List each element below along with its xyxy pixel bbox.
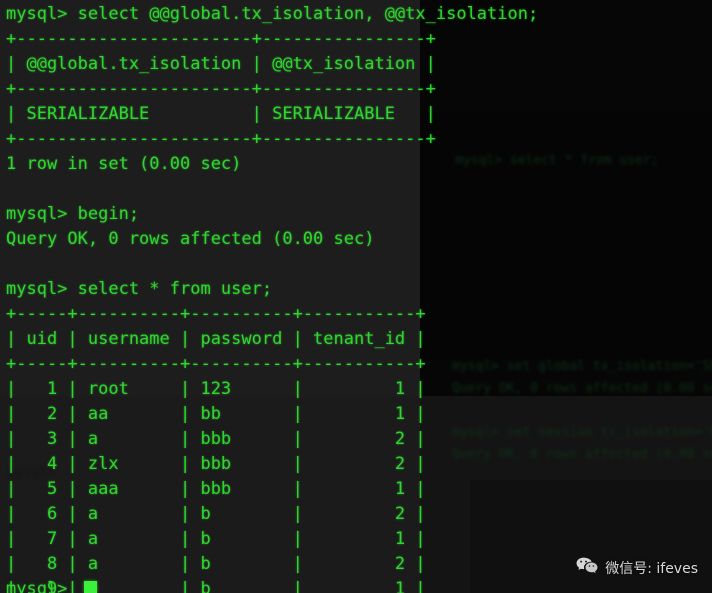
terminal-line: mysql> begin;: [6, 204, 140, 224]
terminal-line: +-----------------------+---------------…: [6, 29, 436, 49]
terminal-cursor: [84, 581, 97, 593]
terminal-prompt[interactable]: mysql>: [6, 578, 67, 593]
table-row: | 2 | aa | bb | 1 |: [6, 404, 426, 424]
table-row: | 6 | a | b | 2 |: [6, 504, 426, 524]
terminal-line: 1 row in set (0.00 sec): [6, 154, 242, 174]
table-row: | 9 | a | b | 1 |: [6, 579, 426, 593]
watermark-label: 微信号: ifeves: [605, 561, 698, 577]
terminal-line: mysql> select * from user;: [6, 279, 273, 299]
terminal-line: | SERIALIZABLE | SERIALIZABLE |: [6, 104, 436, 124]
table-row: | 1 | root | 123 | 1 |: [6, 379, 426, 399]
table-row: | 5 | aaa | bbb | 1 |: [6, 479, 426, 499]
terminal-window[interactable]: mysql> select * from user; mysql> set gl…: [0, 0, 712, 593]
terminal-line: | uid | username | password | tenant_id …: [6, 329, 426, 349]
watermark: 微信号: ifeves: [576, 557, 698, 579]
table-row: | 7 | a | b | 1 |: [6, 529, 426, 549]
terminal-output[interactable]: mysql> select @@global.tx_isolation, @@t…: [0, 0, 712, 593]
terminal-line: mysql> select @@global.tx_isolation, @@t…: [6, 4, 539, 24]
terminal-line: +-----+----------+----------+-----------…: [6, 354, 426, 374]
terminal-line: +-----+----------+----------+-----------…: [6, 304, 426, 324]
terminal-line: +-----------------------+---------------…: [6, 129, 436, 149]
terminal-line: | @@global.tx_isolation | @@tx_isolation…: [6, 54, 436, 74]
table-row: | 4 | zlx | bbb | 2 |: [6, 454, 426, 474]
terminal-line: Query OK, 0 rows affected (0.00 sec): [6, 229, 375, 249]
terminal-line: +-----------------------+---------------…: [6, 79, 436, 99]
wechat-icon: [576, 557, 598, 579]
table-row: | 3 | a | bbb | 2 |: [6, 429, 426, 449]
